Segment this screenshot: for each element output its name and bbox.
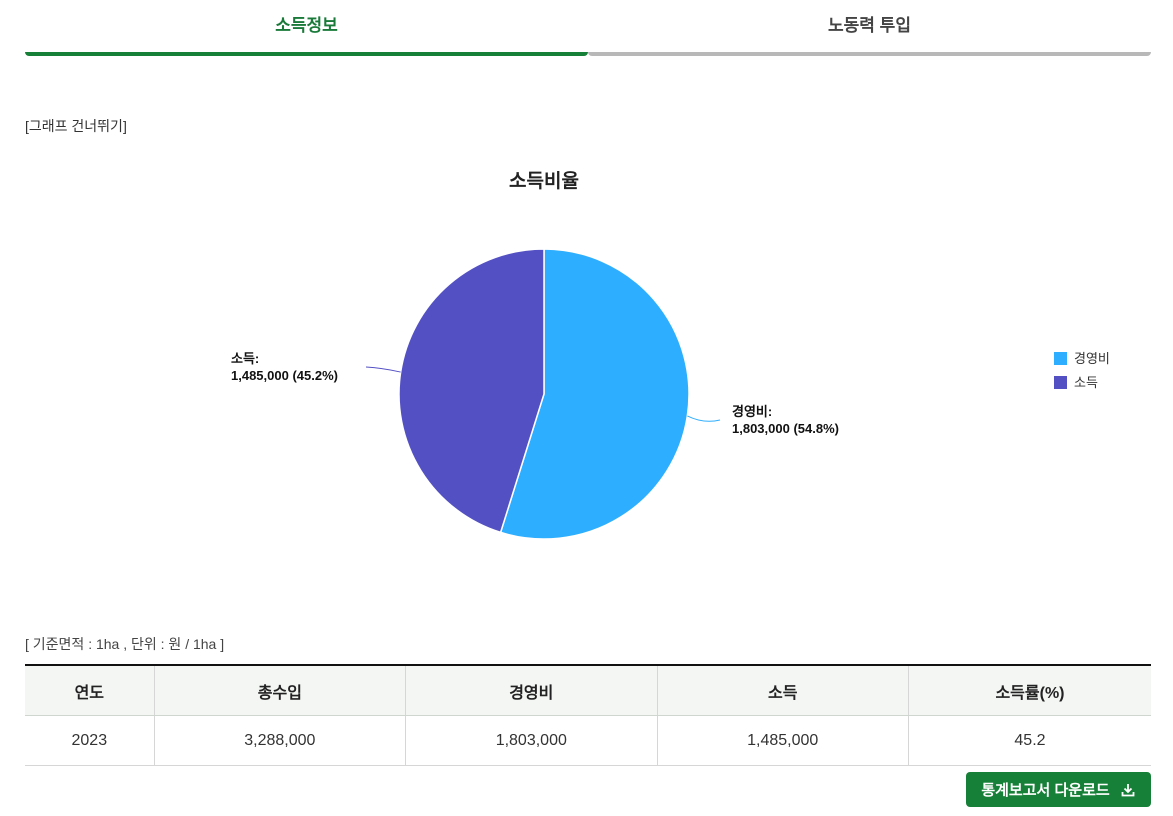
- download-report-button[interactable]: 통계보고서 다운로드: [966, 772, 1151, 807]
- data-label-value: 1,485,000 (45.2%): [231, 368, 338, 383]
- basis-note: [ 기준면적 : 1ha , 단위 : 원 / 1ha ]: [25, 636, 225, 652]
- table-header-row: 연도 총수입 경영비 소득 소득률(%): [25, 664, 1151, 716]
- col-header-management-cost: 경영비: [405, 664, 658, 716]
- legend-item-income[interactable]: 소득: [1054, 374, 1110, 398]
- data-label-income: 소득: 1,485,000 (45.2%): [231, 350, 338, 384]
- download-icon: [1121, 783, 1135, 796]
- label-connector-1: [365, 366, 401, 373]
- data-label-name: 소득:: [231, 351, 260, 366]
- table-row: 2023 3,288,000 1,803,000 1,485,000 45.2: [25, 715, 1151, 766]
- legend-swatch: [1054, 376, 1067, 389]
- download-button-label: 통계보고서 다운로드: [981, 782, 1110, 799]
- data-label-value: 1,803,000 (54.8%): [732, 421, 839, 436]
- legend-label: 소득: [1074, 375, 1098, 390]
- chart-legend: 경영비 소득: [1054, 350, 1110, 398]
- cell-management-cost: 1,803,000: [405, 715, 658, 766]
- legend-item-management-cost[interactable]: 경영비: [1054, 350, 1110, 374]
- income-table: 연도 총수입 경영비 소득 소득률(%) 2023 3,288,000 1,80…: [25, 664, 1151, 766]
- legend-label: 경영비: [1074, 351, 1110, 366]
- col-header-total-revenue: 총수입: [153, 664, 406, 716]
- data-label-name: 경영비:: [732, 404, 773, 419]
- cell-total-revenue: 3,288,000: [153, 715, 406, 766]
- legend-swatch: [1054, 352, 1067, 365]
- cell-year: 2023: [25, 715, 155, 766]
- col-header-income-rate: 소득률(%): [907, 664, 1151, 716]
- col-header-year: 연도: [25, 664, 155, 716]
- cell-income: 1,485,000: [656, 715, 909, 766]
- col-header-income: 소득: [656, 664, 909, 716]
- cell-income-rate: 45.2: [907, 715, 1151, 766]
- data-label-management-cost: 경영비: 1,803,000 (54.8%): [732, 403, 839, 437]
- label-connector-0: [687, 415, 721, 422]
